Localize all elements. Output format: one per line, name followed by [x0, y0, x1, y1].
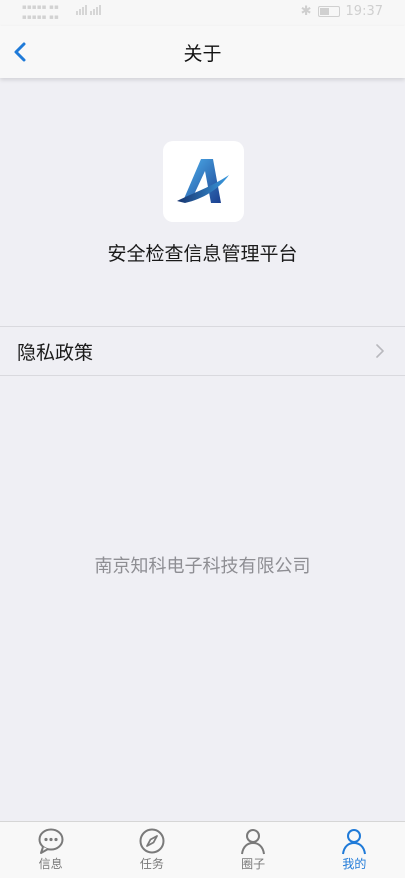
tab-circle[interactable]: 圈子 — [203, 822, 304, 878]
tab-label: 我的 — [342, 857, 367, 871]
bluetooth-icon: ✱ — [300, 4, 312, 19]
tab-label: 圈子 — [241, 857, 266, 871]
status-bar: ▪▪▪▪▪ ▪▪ ▪▪▪▪▪ ▪▪ ✱ 19:37 — [0, 0, 405, 26]
nav-bar: 关于 — [0, 26, 405, 78]
status-right: ✱ 19:37 — [301, 4, 383, 19]
compass-icon — [139, 828, 165, 854]
tab-label: 任务 — [139, 857, 164, 871]
chat-bubble-icon — [38, 828, 64, 854]
status-time: 19:37 — [345, 4, 383, 19]
privacy-policy-label: 隐私政策 — [17, 342, 94, 364]
about-screen: ▪▪▪▪▪ ▪▪ ▪▪▪▪▪ ▪▪ ✱ 19:37 关于 安全检查信息管理平台 … — [0, 0, 405, 878]
chevron-right-icon — [376, 344, 384, 358]
logo-icon — [177, 159, 229, 203]
app-logo — [163, 141, 244, 222]
battery-icon — [317, 6, 340, 17]
tab-tasks[interactable]: 任务 — [101, 822, 202, 878]
person-icon — [342, 829, 367, 855]
carrier-info: ▪▪▪▪▪ ▪▪ ▪▪▪▪▪ ▪▪ — [22, 3, 60, 21]
tab-messages[interactable]: 信息 — [0, 822, 101, 878]
tab-label: 信息 — [38, 857, 63, 871]
tab-bar: 信息 任务 圈子 我的 — [0, 821, 405, 878]
person-icon — [241, 829, 266, 855]
signal-icon — [76, 5, 101, 15]
app-name: 安全检查信息管理平台 — [107, 243, 298, 265]
tab-mine[interactable]: 我的 — [304, 822, 405, 878]
company-name: 南京知科电子科技有限公司 — [94, 556, 311, 577]
page-title: 关于 — [183, 43, 222, 65]
privacy-policy-item[interactable]: 隐私政策 — [0, 326, 405, 376]
